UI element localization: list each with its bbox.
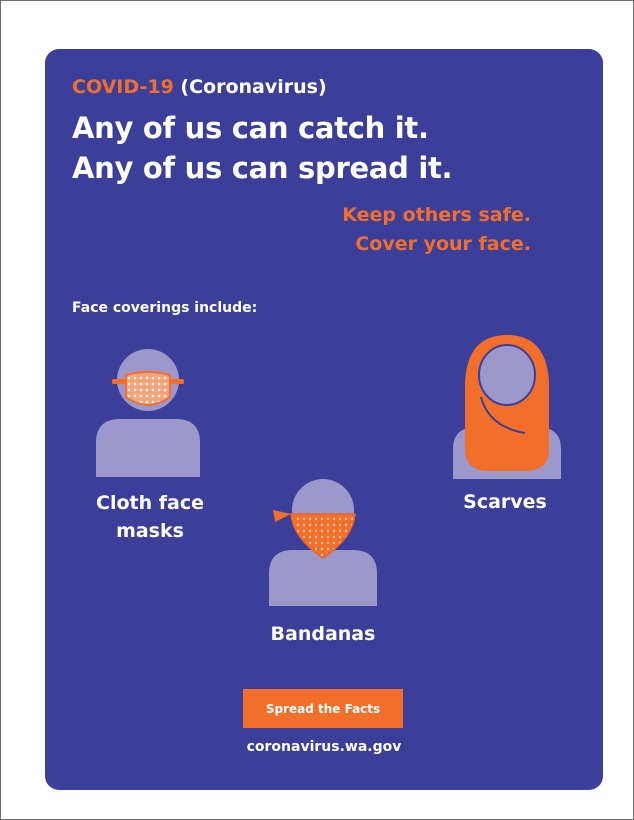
cloth-mask-person-icon [96, 349, 200, 477]
tagline-line-1: Keep others safe. [342, 204, 531, 226]
topic-line: COVID-19 (Coronavirus) [72, 76, 327, 98]
scarf-person-icon [453, 335, 561, 479]
spread-the-facts-button[interactable]: Spread the Facts [243, 689, 403, 728]
headline-line-1: Any of us can catch it. [72, 111, 429, 145]
bandanas-label: Bandanas [270, 623, 376, 645]
face-coverings-heading: Face coverings include: [72, 300, 258, 316]
page-frame: COVID-19 (Coronavirus) Any of us can cat… [0, 0, 634, 820]
cloth-masks-label: Cloth face masks [65, 489, 235, 545]
tagline-line-2: Cover your face. [355, 233, 531, 255]
website-link[interactable]: coronavirus.wa.gov [45, 739, 603, 755]
topic-accent: COVID-19 [72, 76, 174, 98]
cloth-masks-label-line-2: masks [116, 520, 184, 542]
poster: COVID-19 (Coronavirus) Any of us can cat… [45, 49, 603, 790]
cloth-masks-label-line-1: Cloth face [96, 492, 204, 514]
headline-line-2: Any of us can spread it. [72, 151, 453, 185]
bandana-person-icon [269, 479, 377, 606]
scarves-label: Scarves [463, 491, 547, 513]
topic-rest: (Coronavirus) [173, 76, 327, 98]
